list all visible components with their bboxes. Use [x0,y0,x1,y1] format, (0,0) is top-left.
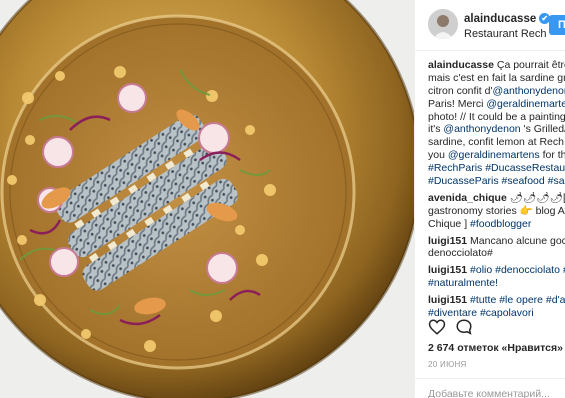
comment-text: Ça pourrait être un [496,59,565,71]
author-username[interactable]: alainducasse [464,13,536,25]
comment-username[interactable]: luigi151 [428,264,467,276]
comments-list: alainducasse Ça pourrait être unmais c'e… [428,59,565,320]
comment-text: Mancano alcune gocce d [470,234,565,247]
caption-line: alainducasse Ça pourrait être un [428,59,565,72]
add-comment-field[interactable]: Добавьте комментарий... [415,378,565,398]
comment-line: #naturalmente! [428,277,565,290]
comment-link[interactable]: #tutte #le opere #d'arte [470,294,565,306]
caption-line: citron confit d'@anthonydenon c [428,85,565,98]
comment-link[interactable]: @geraldinemartens [448,149,540,161]
comment-text: 🌶🌶🌶🌶[Cur [509,191,565,204]
comment-text: it's [428,123,444,136]
likes-count[interactable]: 2 674 отметок «Нравится» [428,342,563,354]
caption-line: you @geraldinemartens for this [428,149,565,162]
comment-link[interactable]: #olio #denocciolato #ex [470,264,565,276]
comment-text: photo! // It could be a painting b [428,110,565,123]
comment-icon[interactable] [455,318,473,336]
comment-link[interactable]: #naturalmente! [428,277,498,289]
caption-line: photo! // It could be a painting b [428,111,565,124]
comment-text: mais c'est en fait la sardine grillé [428,71,565,84]
post-location[interactable]: Restaurant Rech [464,28,547,40]
caption-line: sardine, confit lemon at Rech Par [428,136,565,149]
comment-line: luigi151 #tutte #le opere #d'arte [428,294,565,307]
caption-line: #DucasseParis #seafood #sardin [428,175,565,188]
add-comment-placeholder[interactable]: Добавьте комментарий... [428,388,550,398]
comment-link[interactable]: #DucasseParis #seafood #sardin [428,175,565,187]
comment-text: gastronomy stories 👉 blog Ave [428,204,565,217]
comment-text: Chique ] [428,217,471,230]
comment-text: for this [542,149,565,162]
plated-sardine-dish-image [0,0,414,398]
comment-username[interactable]: luigi151 [428,235,467,247]
comment-line: Chique ] #foodblogger [428,218,565,231]
comment-line: avenida_chique 🌶🌶🌶🌶[Cur [428,192,565,205]
comment-text: sardine, confit lemon at Rech Par [428,136,565,149]
instagram-post: alainducasse✔ Restaurant Rech П alainduc… [0,0,565,398]
post-header: alainducasse✔ Restaurant Rech П [415,0,565,51]
comment-username[interactable]: luigi151 [428,294,467,306]
post-date[interactable]: 20 ИЮНЯ [428,360,467,369]
caption-line: it's @anthonydenon 's Grilled/m [428,123,565,136]
post-sidebar: alainducasse✔ Restaurant Rech П alainduc… [414,0,565,398]
comment-text: 's Grilled/m [523,123,565,136]
comment-link[interactable]: #foodblogger [470,218,531,230]
comment-line: luigi151 Mancano alcune gocce d [428,235,565,248]
comment-username[interactable]: alainducasse [428,59,494,71]
comment-link[interactable]: #RechParis #DucasseRestaurant [428,162,565,174]
comment-text: you [428,149,448,162]
post-actions [428,318,565,338]
avatar[interactable] [428,9,458,39]
post-author[interactable]: alainducasse ✔ [464,13,551,25]
follow-button[interactable]: П [549,15,565,35]
caption-line: Paris! Merci @geraldinemartens [428,98,565,111]
comment-text: denocciolato# [428,247,493,260]
chef-avatar-icon [428,9,458,39]
comment-text: Paris! Merci [428,97,487,110]
post-photo[interactable] [0,0,414,398]
comment-username[interactable]: avenida_chique [428,192,507,204]
comment-line: denocciolato# [428,247,565,260]
comment-line: luigi151 #olio #denocciolato #ex [428,264,565,277]
comment-line: gastronomy stories 👉 blog Ave [428,205,565,218]
caption-line: #RechParis #DucasseRestaurant [428,162,565,175]
comment-link[interactable]: @anthonydenon [492,85,565,97]
comment-link[interactable]: @anthonydenon [443,123,520,135]
comment-text: citron confit d' [428,84,493,97]
heart-icon[interactable] [428,318,446,336]
comment-link[interactable]: @geraldinemartens [486,98,565,110]
caption-line: mais c'est en fait la sardine grillé [428,72,565,85]
